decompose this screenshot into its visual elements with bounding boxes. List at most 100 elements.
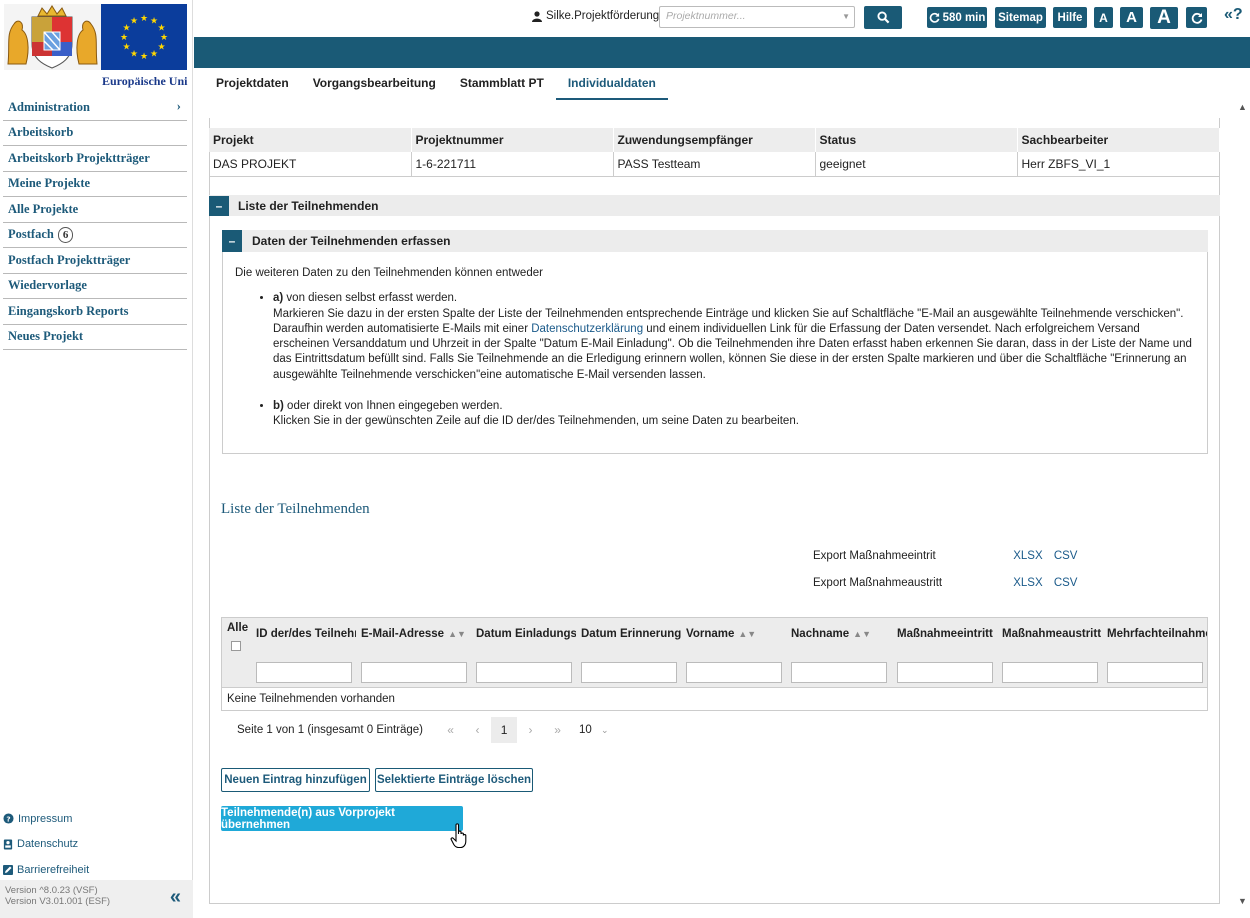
tab-vorgangsbearbeitung[interactable]: Vorgangsbearbeitung <box>301 70 448 100</box>
barrierefreiheit-label: Barrierefreiheit <box>17 863 90 876</box>
table-cell: 1-6-221711 <box>411 152 614 177</box>
sidebar-item-meine-projekte[interactable]: Meine Projekte <box>3 172 187 197</box>
sidebar-item-label: Alle Projekte <box>8 201 79 216</box>
teilnehmende-grid: Alle ID der/des Teilnehmenden E-Mail-Adr… <box>221 617 1208 711</box>
sort-icon: ▲▼ <box>738 629 757 639</box>
tab-bar: Projektdaten Vorgangsbearbeitung Stammbl… <box>204 70 668 100</box>
export-austritt-xlsx-link[interactable]: XLSX <box>1013 577 1042 589</box>
sidebar-item-label: Meine Projekte <box>8 176 91 191</box>
barrierefreiheit-link[interactable]: Barrierefreiheit <box>3 857 189 883</box>
collapse-sidebar-icon[interactable]: « <box>170 886 181 909</box>
question-circle-icon: ? <box>3 813 14 824</box>
session-timer-button[interactable]: 580 min <box>927 7 987 28</box>
column-header-email[interactable]: E-Mail-Adresse ▲▼ <box>361 628 472 640</box>
filter-massnahmeaustritt-input[interactable] <box>1002 662 1098 683</box>
table-header-row: Projekt Projektnummer Zuwendungsempfänge… <box>209 128 1220 152</box>
filter-nachname-input[interactable] <box>791 662 887 683</box>
collapse-section-button[interactable]: – <box>209 195 229 216</box>
sidebar-item-label: Administration <box>8 99 90 114</box>
column-header-vorname[interactable]: Vorname ▲▼ <box>686 628 786 640</box>
prev-page-button[interactable]: ‹ <box>464 723 491 737</box>
column-header-massnahmeaustritt[interactable]: Maßnahmeaustritt <box>1002 628 1102 640</box>
tab-projektdaten[interactable]: Projektdaten <box>204 70 301 100</box>
filter-datum-erinnerung-input[interactable] <box>581 662 677 683</box>
page-size-select[interactable]: 10 ⌄ <box>579 724 609 736</box>
font-size-large-button[interactable]: A <box>1150 7 1178 29</box>
help-toggle-icon[interactable]: «? <box>1224 6 1243 24</box>
tab-individualdaten[interactable]: Individualdaten <box>555 70 668 100</box>
option-a-label: a) <box>273 292 284 305</box>
export-austritt-csv-link[interactable]: CSV <box>1054 577 1078 589</box>
filter-mehrfachteilnahme-input[interactable] <box>1107 662 1203 683</box>
section-header-daten-erfassen: – Daten der Teilnehmenden erfassen <box>222 230 1208 252</box>
sidebar-item-arbeitskorb[interactable]: Arbeitskorb <box>3 121 187 146</box>
next-page-button[interactable]: › <box>517 723 544 737</box>
column-header-datum-einladung[interactable]: Datum Einladungs- <box>476 628 576 640</box>
sidebar-item-neues-projekt[interactable]: Neues Projekt <box>3 325 187 350</box>
logo-area: ★ ★ ★ ★ ★ ★ ★ ★ ★ ★ ★ ★ Europäische Uni <box>0 0 193 92</box>
sidebar-item-arbeitskorb-projekttraeger[interactable]: Arbeitskorb Projektträger <box>3 146 187 172</box>
column-header-nachname[interactable]: Nachname ▲▼ <box>791 628 891 640</box>
font-size-small-button[interactable]: A <box>1094 7 1113 28</box>
tab-stammblatt-pt[interactable]: Stammblatt PT <box>448 70 556 100</box>
scroll-up-icon[interactable]: ▲ <box>1238 102 1247 112</box>
datenschutzerklaerung-link[interactable]: Datenschutzerklärung <box>531 323 643 335</box>
sidebar-item-postfach[interactable]: Postfach 6 <box>3 223 187 248</box>
sidebar-item-alle-projekte[interactable]: Alle Projekte <box>3 197 187 223</box>
column-header: Sachbearbeiter <box>1017 128 1220 152</box>
column-header-label: Nachname <box>791 628 850 640</box>
column-header-id[interactable]: ID der/des Teilnehmenden <box>256 628 356 640</box>
filter-datum-einladung-input[interactable] <box>476 662 572 683</box>
delete-selected-button[interactable]: Selektierte Einträge löschen <box>375 768 533 792</box>
id-card-icon <box>3 839 13 850</box>
sidebar-item-wiedervorlage[interactable]: Wiedervorlage <box>3 274 187 299</box>
export-eintritt-csv-link[interactable]: CSV <box>1054 550 1078 562</box>
filter-email-input[interactable] <box>361 662 467 683</box>
grid-header: Alle ID der/des Teilnehmenden E-Mail-Adr… <box>222 618 1207 687</box>
sitemap-button[interactable]: Sitemap <box>995 7 1046 28</box>
scroll-down-icon[interactable]: ▼ <box>1238 896 1247 906</box>
sidebar-item-postfach-projekttraeger[interactable]: Postfach Projektträger <box>3 248 187 274</box>
export-eintritt-row: Export Maßnahmeeintrit XLSX CSV <box>813 550 1085 562</box>
select-all-checkbox[interactable] <box>231 641 241 651</box>
vertical-scrollbar[interactable]: ▲ ▼ <box>1236 100 1250 910</box>
hand-cursor-icon <box>450 823 467 849</box>
export-eintritt-xlsx-link[interactable]: XLSX <box>1013 550 1042 562</box>
copy-from-previous-project-button[interactable]: Teilnehmende(n) aus Vorprojekt übernehme… <box>221 806 463 831</box>
column-header-massnahmeeintritt[interactable]: Maßnahmeeintritt <box>897 628 997 640</box>
current-page-button[interactable]: 1 <box>491 717 518 743</box>
collapse-subsection-button[interactable]: – <box>222 230 242 252</box>
column-header-datum-erinnerung[interactable]: Datum Erinnerungs <box>581 628 681 640</box>
impressum-link[interactable]: ? Impressum <box>3 806 189 832</box>
font-size-medium-button[interactable]: A <box>1120 7 1143 28</box>
column-header: Projekt <box>209 128 412 152</box>
add-entry-button[interactable]: Neuen Eintrag hinzufügen <box>221 768 370 792</box>
svg-text:★: ★ <box>140 14 148 24</box>
sidebar-item-label: Postfach <box>8 227 54 242</box>
filter-vorname-input[interactable] <box>686 662 782 683</box>
last-page-button[interactable]: » <box>544 723 571 737</box>
svg-text:★: ★ <box>150 50 158 60</box>
sidebar-item-eingangskorb-reports[interactable]: Eingangskorb Reports <box>3 299 187 325</box>
svg-text:★: ★ <box>157 24 165 34</box>
project-number-search-input[interactable]: Projektnummer... ▼ <box>659 6 855 28</box>
table-cell: PASS Testteam <box>613 152 816 177</box>
search-button[interactable] <box>864 6 902 29</box>
export-label: Export Maßnahmeeintrit <box>813 550 936 562</box>
sidebar-item-administration[interactable]: Administration › <box>3 95 187 121</box>
first-page-button[interactable]: « <box>437 723 464 737</box>
sidebar-item-label: Neues Projekt <box>8 329 84 344</box>
option-a-head: von diesen selbst erfasst werden. <box>283 292 458 305</box>
svg-text:★: ★ <box>130 17 138 27</box>
filter-id-input[interactable] <box>256 662 352 683</box>
sidebar-item-label: Wiedervorlage <box>8 278 87 293</box>
refresh-icon <box>929 12 939 23</box>
help-button[interactable]: Hilfe <box>1053 7 1087 28</box>
filter-massnahmeeintritt-input[interactable] <box>897 662 993 683</box>
reset-button[interactable] <box>1186 7 1207 28</box>
user-info[interactable]: Silke.Projektförderung <box>532 10 659 22</box>
column-header-mehrfachteilnahme[interactable]: Mehrfachteilnahme <box>1107 628 1207 640</box>
sort-icon: ▲▼ <box>448 629 466 639</box>
chevron-right-icon: › <box>176 98 181 113</box>
datenschutz-link[interactable]: Datenschutz <box>3 832 189 858</box>
